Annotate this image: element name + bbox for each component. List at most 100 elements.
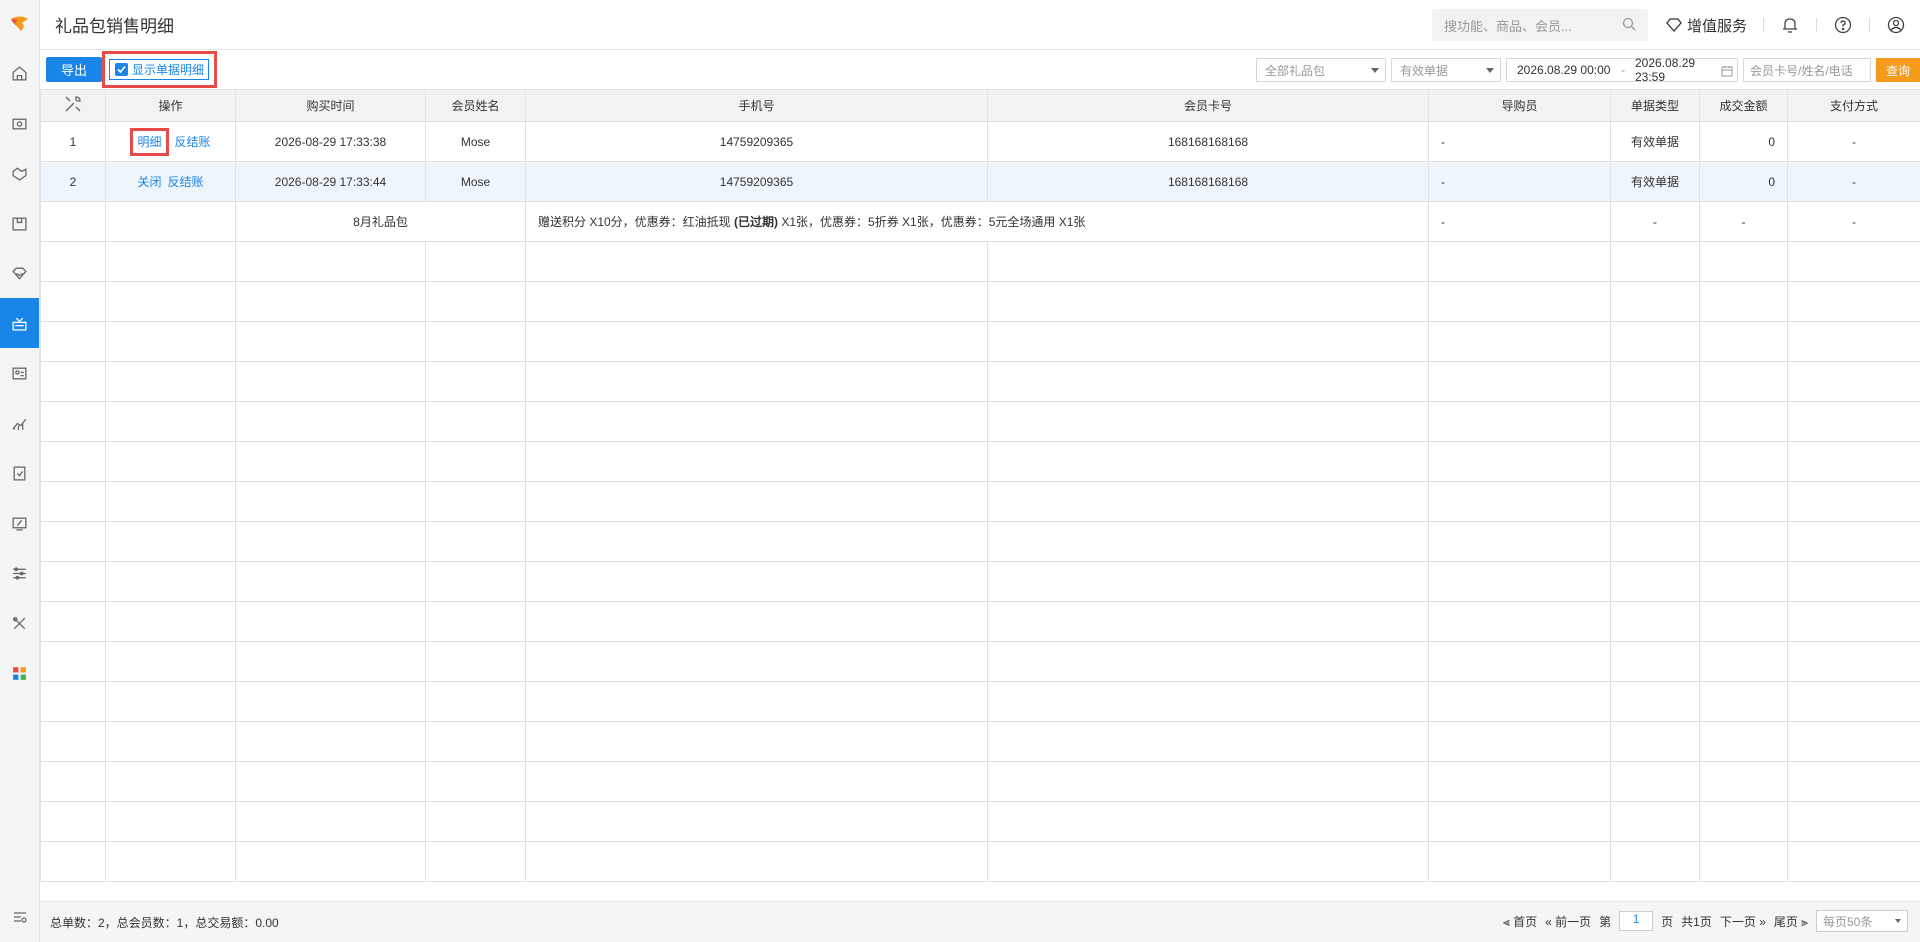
- bell-icon[interactable]: [1780, 15, 1800, 35]
- next-page-label: 下一页: [1719, 914, 1756, 929]
- divider: [1869, 18, 1870, 32]
- prev-page-button[interactable]: « 前一页: [1545, 913, 1591, 930]
- empty-cell: [40, 361, 106, 402]
- logo[interactable]: [0, 0, 39, 48]
- empty-cell: [235, 481, 426, 522]
- empty-cell: [40, 441, 106, 482]
- empty-cell: [1428, 601, 1611, 642]
- empty-cell: [235, 441, 426, 482]
- reverse-checkout-link[interactable]: 反结账: [168, 175, 204, 189]
- empty-cell: [105, 281, 236, 322]
- empty-cell: [987, 241, 1429, 282]
- empty-cell: [235, 361, 426, 402]
- show-detail-checkbox[interactable]: 显示单据明细: [109, 59, 209, 80]
- last-page-button[interactable]: 尾页 ⫸: [1774, 913, 1808, 930]
- chevron-down-icon: [1895, 919, 1901, 923]
- amount: -: [1699, 201, 1788, 242]
- nav-doc-icon[interactable]: [0, 448, 39, 498]
- empty-cell: [105, 801, 236, 842]
- column-settings-icon[interactable]: [40, 89, 106, 122]
- empty-cell: [105, 361, 236, 402]
- query-button[interactable]: 查询: [1876, 58, 1920, 82]
- empty-cell: [1787, 721, 1920, 762]
- giftpack-select-value: 全部礼品包: [1265, 63, 1326, 78]
- first-page-button[interactable]: ⫷ 首页: [1503, 913, 1537, 930]
- giftpack-select[interactable]: 全部礼品包: [1256, 58, 1386, 82]
- card-number: 168168168168: [987, 121, 1429, 162]
- empty-cell: [1428, 681, 1611, 722]
- empty-cell: [1699, 801, 1788, 842]
- giftpack-name: 8月礼品包: [235, 201, 526, 242]
- content-text: X1张，优惠券：5折券 X1张，优惠券：5元全场通用 X1张: [778, 215, 1086, 229]
- page-size-select[interactable]: 每页50条: [1816, 910, 1908, 932]
- empty-cell: [1610, 841, 1700, 882]
- empty-cell: [1428, 321, 1611, 362]
- empty-row: [40, 601, 1920, 642]
- card-number: 168168168168: [987, 161, 1429, 202]
- nav-apps-icon[interactable]: [0, 648, 39, 698]
- nav-settings-icon[interactable]: [0, 548, 39, 598]
- empty-cell: [235, 401, 426, 442]
- date-range-picker[interactable]: 2026.08.29 00:00 - 2026.08.29 23:59: [1506, 56, 1738, 84]
- empty-row: [40, 401, 1920, 442]
- nav-member-card-icon[interactable]: [0, 348, 39, 398]
- empty-cell: [235, 521, 426, 562]
- empty-row: [40, 761, 1920, 802]
- empty-cell: [1787, 521, 1920, 562]
- empty-cell: [1428, 361, 1611, 402]
- user-icon[interactable]: [1886, 15, 1906, 35]
- empty-cell: [987, 561, 1429, 602]
- search-placeholder: 搜功能、商品、会员...: [1443, 18, 1572, 34]
- reverse-checkout-link[interactable]: 反结账: [175, 135, 211, 149]
- search-icon[interactable]: [1622, 17, 1636, 34]
- nav-goods-icon[interactable]: [0, 198, 39, 248]
- export-button[interactable]: 导出: [46, 57, 102, 82]
- global-search[interactable]: 搜功能、商品、会员...: [1431, 9, 1648, 41]
- empty-cell: [1610, 401, 1700, 442]
- detail-link[interactable]: 明细: [130, 128, 169, 156]
- empty-cell: [425, 441, 526, 482]
- empty-cell: [525, 681, 988, 722]
- empty-cell: [1610, 481, 1700, 522]
- doc-type: 有效单据: [1610, 121, 1700, 162]
- empty-cell: [1699, 481, 1788, 522]
- nav-handshake-icon[interactable]: [0, 148, 39, 198]
- empty-row: [40, 441, 1920, 482]
- column-header: 单据类型: [1610, 89, 1700, 122]
- row-actions: 明细 反结账: [105, 121, 236, 162]
- page-number-input[interactable]: 1: [1619, 911, 1654, 931]
- table-row[interactable]: 1 明细 反结账 2026-08-29 17:33:38 Mose 1475920…: [40, 121, 1920, 162]
- empty-cell: [40, 241, 106, 282]
- date-end[interactable]: 2026.08.29 23:59: [1635, 56, 1725, 84]
- empty-cell: [40, 601, 106, 642]
- nav-discount-icon[interactable]: [0, 498, 39, 548]
- empty-cell: [1610, 601, 1700, 642]
- nav-report-icon[interactable]: [0, 398, 39, 448]
- collapse-menu-icon[interactable]: [0, 902, 40, 932]
- date-start[interactable]: 2026.08.29 00:00: [1517, 63, 1621, 77]
- close-link[interactable]: 关闭: [137, 175, 161, 189]
- empty-cell: [105, 841, 236, 882]
- prev-page-label: 前一页: [1555, 914, 1592, 929]
- empty-cell: [40, 721, 106, 762]
- empty-cell: [40, 321, 106, 362]
- vip-service-button[interactable]: 增值服务: [1666, 15, 1747, 36]
- empty-cell: [40, 201, 106, 242]
- next-page-button[interactable]: 下一页 »: [1720, 913, 1766, 930]
- table-row[interactable]: 2 关闭 反结账 2026-08-29 17:33:44 Mose 1475920…: [40, 161, 1920, 202]
- doc-type-select[interactable]: 有效单据: [1391, 58, 1501, 82]
- nav-giftpack-icon[interactable]: [0, 298, 39, 348]
- empty-cell: [1699, 321, 1788, 362]
- empty-row: [40, 321, 1920, 362]
- member-search-input[interactable]: 会员卡号/姓名/电话: [1743, 58, 1871, 82]
- nav-tools-icon[interactable]: [0, 598, 39, 648]
- empty-cell: [987, 281, 1429, 322]
- empty-cell: [1428, 241, 1611, 282]
- empty-row: [40, 721, 1920, 762]
- nav-home-icon[interactable]: [0, 48, 39, 98]
- topbar: 礼品包销售明细 搜功能、商品、会员... 增值服务: [40, 0, 1920, 50]
- help-icon[interactable]: [1833, 15, 1853, 35]
- nav-diamond-icon[interactable]: [0, 248, 39, 298]
- nav-cashier-icon[interactable]: [0, 98, 39, 148]
- column-header: 成交金额: [1699, 89, 1788, 122]
